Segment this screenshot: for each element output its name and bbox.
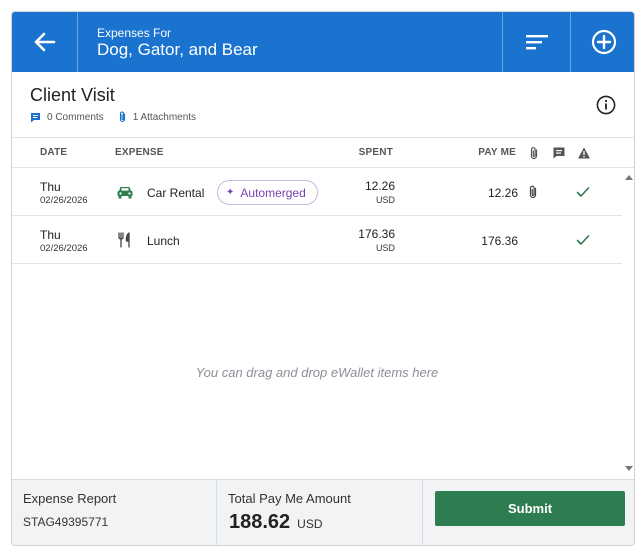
add-circle-icon bbox=[591, 29, 616, 55]
total-cell: Total Pay Me Amount 188.62 USD bbox=[217, 480, 423, 545]
paperclip-icon[interactable] bbox=[527, 185, 539, 199]
scroll-down-arrow-icon[interactable] bbox=[623, 464, 635, 474]
check-icon bbox=[576, 187, 590, 197]
comments-link[interactable]: 0 Comments bbox=[30, 112, 104, 123]
report-header: Expenses For Dog, Gator, and Bear bbox=[12, 12, 634, 72]
check-icon bbox=[576, 235, 590, 245]
header-subtitle: Expenses For bbox=[97, 26, 172, 40]
column-header-warning-icon bbox=[578, 147, 590, 159]
row-payme-amount: 176.36 bbox=[481, 234, 518, 248]
row-date: 02/26/2026 bbox=[40, 195, 88, 206]
row-spent-amount: 176.36 bbox=[358, 227, 395, 241]
paperclip-icon bbox=[119, 111, 125, 123]
arrow-left-icon bbox=[34, 32, 55, 52]
add-expense-button[interactable] bbox=[570, 12, 634, 72]
report-id-value: STAG49395771 bbox=[23, 515, 109, 529]
attachments-count: 1 Attachments bbox=[132, 111, 197, 123]
car-icon bbox=[117, 187, 133, 199]
report-id-cell: Expense Report STAG49395771 bbox=[12, 480, 217, 545]
report-title: Client Visit bbox=[30, 85, 115, 105]
sort-icon bbox=[525, 35, 548, 50]
comments-count: 0 Comments bbox=[47, 111, 104, 123]
column-header-spent[interactable]: SPENT bbox=[359, 147, 393, 158]
row-spent-amount: 12.26 bbox=[364, 179, 395, 193]
column-header-comment-icon bbox=[553, 147, 565, 159]
header-title: Dog, Gator, and Bear bbox=[97, 40, 258, 59]
info-icon bbox=[596, 95, 616, 115]
ewallet-dropzone[interactable]: You can drag and drop eWallet items here bbox=[12, 272, 622, 472]
back-button[interactable] bbox=[12, 12, 78, 72]
row-spent-currency: USD bbox=[375, 243, 395, 253]
scroll-up-arrow-icon[interactable] bbox=[623, 172, 635, 182]
badge-label: Automerged bbox=[240, 185, 306, 200]
attachments-link[interactable]: 1 Attachments bbox=[118, 111, 196, 123]
utensils-icon bbox=[118, 232, 130, 248]
row-spent-currency: USD bbox=[375, 195, 395, 205]
header-title-group: Expenses For Dog, Gator, and Bear bbox=[97, 26, 258, 60]
app-frame: Expenses For Dog, Gator, and Bear Client… bbox=[0, 0, 644, 551]
expense-row-car-rental[interactable]: Thu 02/26/2026 Car Rental ✦ Automerged 1… bbox=[12, 168, 622, 216]
expense-report-panel: Expenses For Dog, Gator, and Bear Client… bbox=[11, 11, 635, 546]
report-info-button[interactable] bbox=[596, 95, 616, 115]
expense-row-lunch[interactable]: Thu 02/26/2026 Lunch 176.36 USD 176.36 bbox=[12, 216, 622, 264]
row-date: 02/26/2026 bbox=[40, 243, 88, 254]
divider bbox=[12, 137, 634, 138]
sparkle-icon: ✦ bbox=[226, 187, 235, 198]
dropzone-hint: You can drag and drop eWallet items here bbox=[195, 364, 439, 380]
sort-button[interactable] bbox=[502, 12, 570, 72]
submit-button[interactable]: Submit bbox=[435, 491, 625, 526]
column-header-expense[interactable]: EXPENSE bbox=[115, 147, 164, 158]
total-amount: 188.62 bbox=[229, 511, 291, 533]
column-header-date[interactable]: DATE bbox=[40, 147, 67, 158]
row-payme-amount: 12.26 bbox=[487, 186, 518, 200]
report-id-label: Expense Report bbox=[23, 491, 117, 506]
report-footer: Expense Report STAG49395771 Total Pay Me… bbox=[12, 479, 634, 545]
row-day: Thu bbox=[40, 228, 61, 242]
column-header-pay-me[interactable]: PAY ME bbox=[478, 147, 516, 158]
row-expense-name: Lunch bbox=[147, 234, 180, 248]
total-label: Total Pay Me Amount bbox=[228, 491, 351, 506]
report-meta: 0 Comments 1 Attachments bbox=[30, 111, 210, 123]
row-expense-name: Car Rental bbox=[147, 186, 205, 200]
row-day: Thu bbox=[40, 180, 61, 194]
comment-icon bbox=[31, 112, 40, 122]
column-header-attachment-icon bbox=[530, 147, 538, 160]
total-currency: USD bbox=[297, 517, 323, 531]
total-amount-group: 188.62 USD bbox=[229, 511, 323, 534]
automerged-badge: ✦ Automerged bbox=[217, 180, 318, 205]
